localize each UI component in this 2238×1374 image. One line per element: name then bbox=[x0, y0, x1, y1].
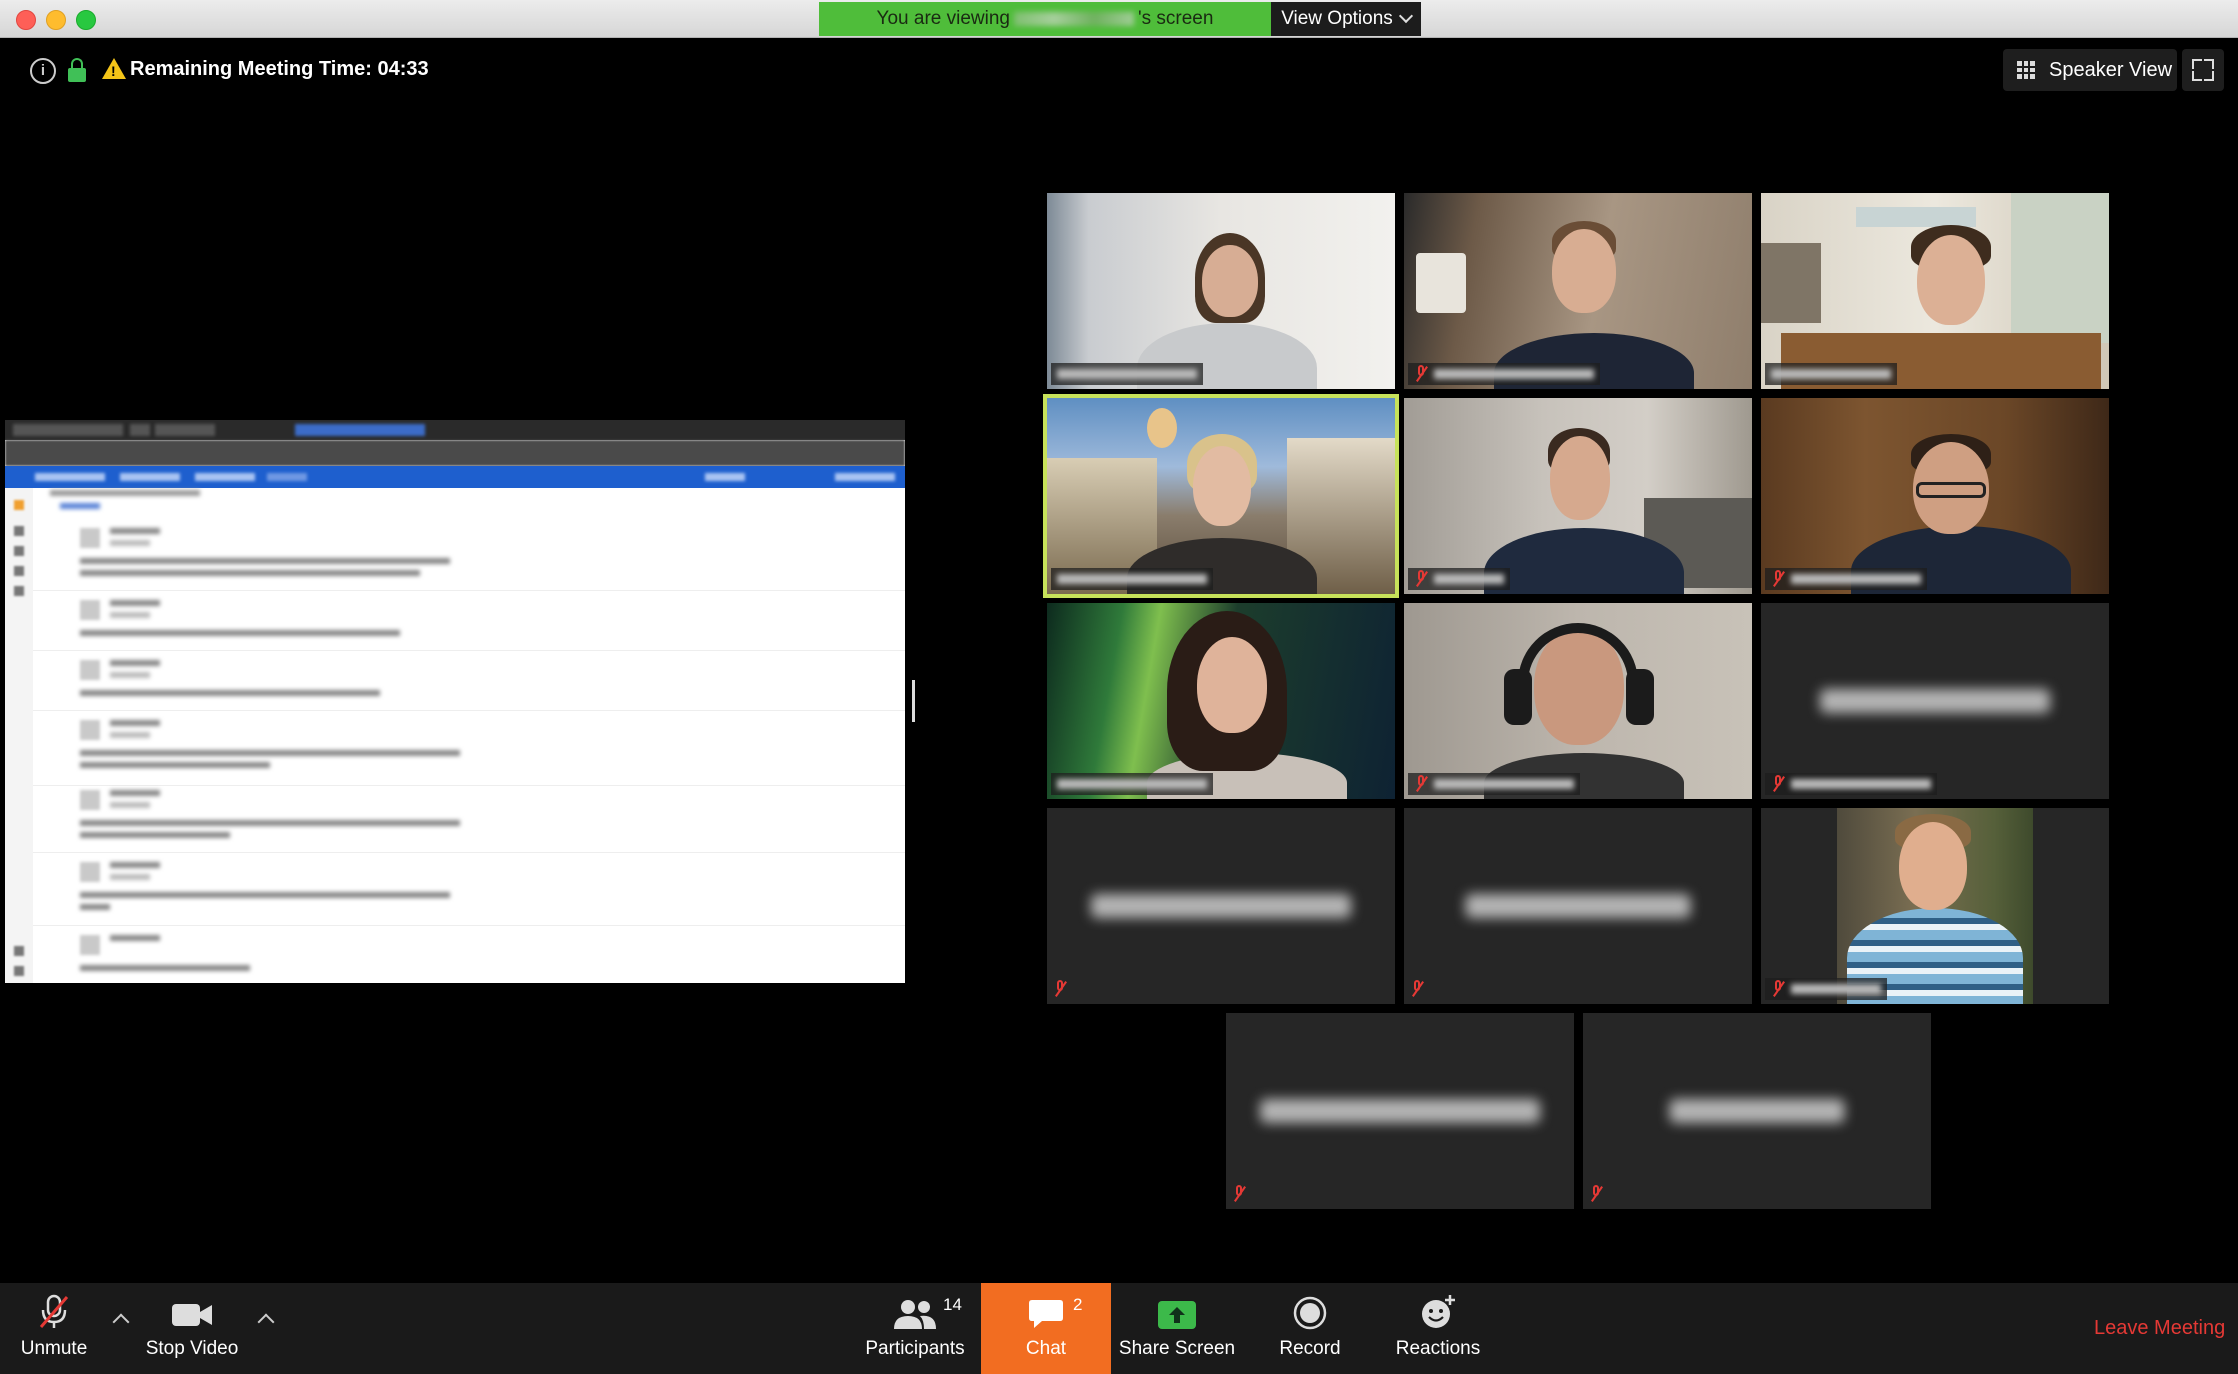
unmute-button[interactable]: Unmute bbox=[14, 1283, 94, 1374]
share-screen-label: Share Screen bbox=[1118, 1338, 1236, 1359]
grid-view-icon bbox=[2017, 61, 2035, 79]
participant-video-tile[interactable] bbox=[1404, 603, 1752, 799]
participant-name-tag bbox=[1051, 773, 1213, 795]
participant-name-tag bbox=[1051, 363, 1203, 385]
muted-mic-icon bbox=[1414, 365, 1428, 383]
participant-name-redacted bbox=[1091, 894, 1351, 918]
shared-browser-toolbar bbox=[5, 440, 905, 466]
fullscreen-button[interactable] bbox=[2182, 49, 2224, 91]
participant-name-tag bbox=[1765, 773, 1937, 795]
participant-name-tile[interactable] bbox=[1583, 1013, 1931, 1209]
stop-video-label: Stop Video bbox=[145, 1338, 239, 1359]
window-title-bar: You are viewing 's screen View Options bbox=[0, 0, 2238, 38]
participant-name-redacted bbox=[1669, 1099, 1845, 1123]
participants-icon bbox=[894, 1300, 936, 1329]
close-window-button[interactable] bbox=[16, 10, 36, 30]
muted-mic-icon bbox=[1414, 570, 1428, 588]
view-options-button[interactable]: View Options bbox=[1271, 2, 1421, 36]
participant-video-tile[interactable] bbox=[1047, 603, 1395, 799]
participants-label: Participants bbox=[865, 1338, 965, 1359]
meeting-info-icon[interactable]: i bbox=[30, 58, 56, 84]
maximize-window-button[interactable] bbox=[76, 10, 96, 30]
remaining-meeting-time: Remaining Meeting Time: 04:33 bbox=[130, 58, 429, 80]
shared-screen-view[interactable] bbox=[5, 420, 905, 983]
viewing-suffix: 's screen bbox=[1138, 8, 1214, 29]
muted-mic-icon bbox=[1771, 775, 1785, 793]
participant-name-tile[interactable] bbox=[1404, 808, 1752, 1004]
speaker-view-button[interactable]: Speaker View bbox=[2003, 49, 2177, 91]
reactions-smiley-icon bbox=[1422, 1295, 1455, 1328]
participant-name-tag bbox=[1408, 363, 1600, 385]
warning-icon: ! bbox=[102, 58, 126, 79]
participants-count-badge: 14 bbox=[943, 1295, 962, 1314]
viewing-screen-banner: You are viewing 's screen bbox=[819, 2, 1271, 36]
active-speaker-video-tile[interactable] bbox=[1047, 398, 1395, 594]
speaker-view-label: Speaker View bbox=[2049, 58, 2173, 81]
participant-name-tag bbox=[1765, 363, 1897, 385]
participant-name-redacted bbox=[1465, 894, 1691, 918]
participant-video-tile[interactable] bbox=[1404, 398, 1752, 594]
participant-video-tile[interactable] bbox=[1761, 398, 2109, 594]
share-screen-icon bbox=[1158, 1301, 1196, 1329]
video-camera-icon bbox=[172, 1304, 212, 1326]
share-screen-button[interactable]: Share Screen bbox=[1116, 1283, 1238, 1374]
record-button[interactable]: Record bbox=[1260, 1283, 1360, 1374]
participant-name-tile[interactable] bbox=[1761, 603, 2109, 799]
participant-name-redacted bbox=[1260, 1099, 1540, 1123]
shared-app-header bbox=[5, 466, 905, 488]
shared-browser-tabs bbox=[5, 420, 905, 440]
record-label: Record bbox=[1279, 1338, 1341, 1359]
microphone-muted-icon bbox=[39, 1294, 69, 1328]
participant-name-tag bbox=[1051, 568, 1213, 590]
view-options-label: View Options bbox=[1281, 8, 1393, 29]
participant-name-tile[interactable] bbox=[1047, 808, 1395, 1004]
chat-count-badge: 2 bbox=[1073, 1295, 1083, 1314]
muted-mic-icon bbox=[1771, 980, 1785, 998]
participant-name-tag bbox=[1408, 773, 1580, 795]
chevron-down-icon bbox=[1398, 8, 1413, 24]
chat-label: Chat bbox=[1025, 1338, 1067, 1359]
reactions-label: Reactions bbox=[1395, 1338, 1481, 1359]
muted-mic-icon bbox=[1410, 980, 1424, 998]
participant-name-tile[interactable] bbox=[1226, 1013, 1574, 1209]
encryption-lock-icon[interactable] bbox=[68, 58, 86, 82]
reactions-button[interactable]: Reactions bbox=[1388, 1283, 1488, 1374]
record-icon bbox=[1293, 1296, 1327, 1330]
muted-mic-icon bbox=[1414, 775, 1428, 793]
chat-button[interactable]: Chat bbox=[981, 1283, 1111, 1374]
muted-mic-icon bbox=[1232, 1185, 1246, 1203]
stop-video-button[interactable]: Stop Video bbox=[142, 1283, 242, 1374]
minimize-window-button[interactable] bbox=[46, 10, 66, 30]
presenter-name-redacted bbox=[1014, 12, 1134, 26]
participant-name-redacted bbox=[1820, 689, 2050, 713]
participant-name-tag bbox=[1765, 978, 1887, 1000]
split-resize-handle[interactable] bbox=[912, 680, 915, 722]
participant-video-tile[interactable] bbox=[1404, 193, 1752, 389]
viewing-prefix: You are viewing bbox=[876, 8, 1010, 29]
participant-photo-tile[interactable] bbox=[1761, 808, 2109, 1004]
muted-mic-icon bbox=[1053, 980, 1067, 998]
participant-video-tile[interactable] bbox=[1047, 193, 1395, 389]
participant-name-tag bbox=[1408, 568, 1510, 590]
unmute-label: Unmute bbox=[20, 1338, 88, 1359]
muted-mic-icon bbox=[1589, 1185, 1603, 1203]
leave-meeting-button[interactable]: Leave Meeting bbox=[2094, 1317, 2225, 1340]
participant-name-tag bbox=[1765, 568, 1927, 590]
shared-app-sidebar bbox=[5, 488, 33, 983]
participant-video-tile[interactable] bbox=[1761, 193, 2109, 389]
muted-mic-icon bbox=[1771, 570, 1785, 588]
chat-bubble-icon bbox=[1029, 1300, 1063, 1328]
